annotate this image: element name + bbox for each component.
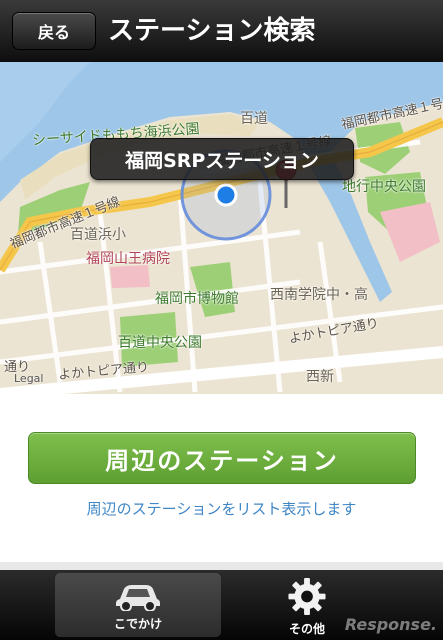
- map-view[interactable]: 百道 福岡都市高速１号線 福岡都市高速１号線 福岡都市高速１号線 シーサイドもも…: [0, 62, 443, 394]
- action-panel: 周辺のステーション 周辺のステーションをリスト表示します: [0, 394, 443, 562]
- map-label: 百道: [240, 111, 268, 127]
- page-title: ステーション検索: [108, 16, 316, 46]
- map-label: 百道中央公園: [118, 335, 202, 351]
- nearby-description: 周辺のステーションをリスト表示します: [86, 500, 357, 518]
- map-label: 百道浜小: [70, 227, 126, 243]
- station-callout[interactable]: 福岡SRPステーション: [90, 138, 354, 180]
- tab-label: その他: [288, 622, 325, 636]
- gear-icon: [288, 577, 326, 616]
- user-location-dot: [214, 183, 238, 207]
- watermark: Response.: [344, 615, 437, 634]
- map-legal-link[interactable]: Legal: [14, 372, 43, 385]
- back-button[interactable]: 戻る: [12, 12, 96, 50]
- tab-odekake[interactable]: こでかけ: [55, 573, 221, 637]
- map-label: 福岡山王病院: [86, 251, 170, 267]
- map-label: 西南学院中・高: [270, 287, 368, 303]
- map-label: 地行中央公園: [342, 179, 426, 195]
- nav-bar: 戻る ステーション検索: [0, 0, 443, 63]
- tab-label: こでかけ: [113, 617, 162, 631]
- car-icon: [116, 585, 160, 611]
- map-label: 福岡市博物館: [155, 291, 239, 307]
- map-label: 西新: [306, 369, 334, 385]
- tab-bar: こでかけ その他 Response.: [0, 570, 443, 640]
- nearby-stations-button[interactable]: 周辺のステーション: [28, 432, 416, 484]
